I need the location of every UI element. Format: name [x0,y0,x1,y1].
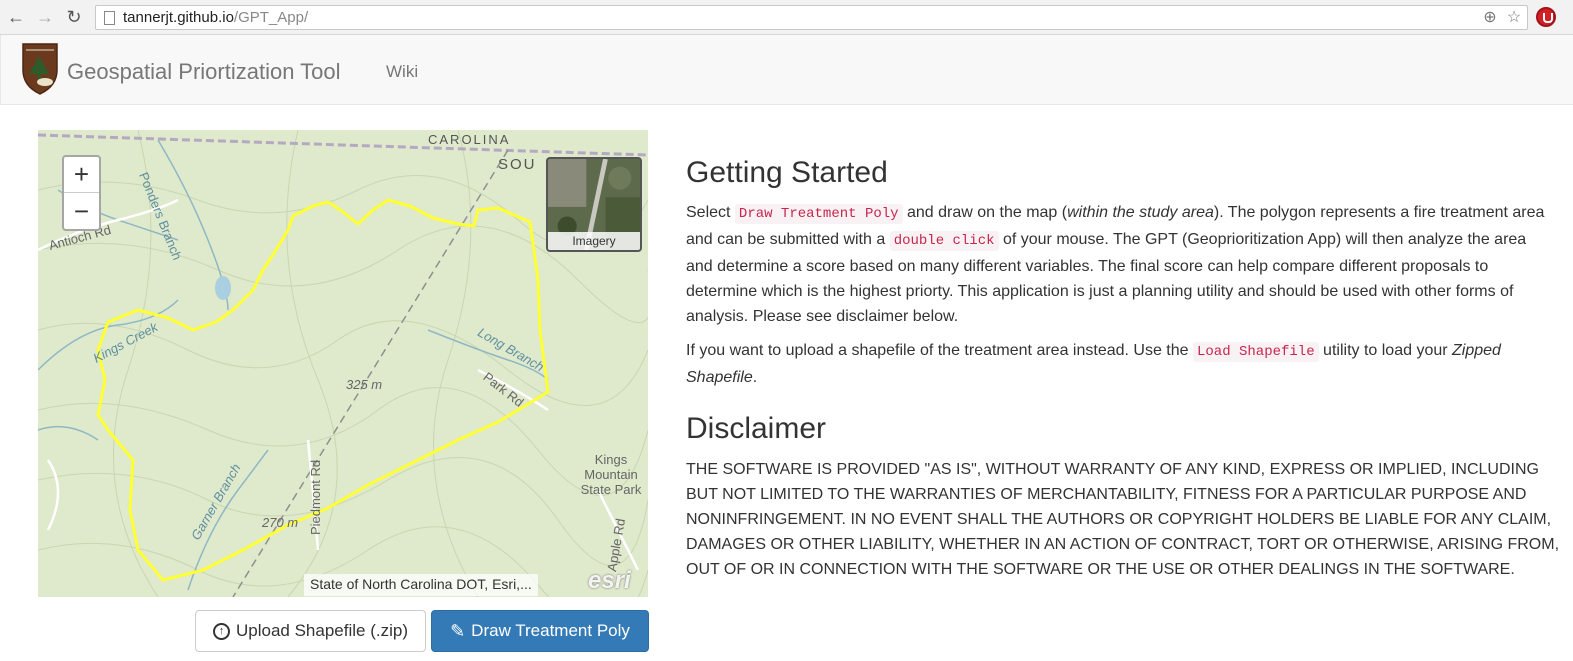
nps-logo-icon[interactable] [19,40,61,96]
code-load-shapefile: Load Shapefile [1192,342,1319,362]
forward-icon[interactable]: → [34,6,56,28]
p1-text-a: Select [686,204,735,221]
map-label-piedmont: Piedmont Rd [308,459,323,535]
browser-toolbar: ← → ↻ tannerjt.github.io/GPT_App/ ⊕ ☆ [0,0,1573,35]
zoom-icon[interactable]: ⊕ [1481,8,1499,26]
p2-text-c: . [752,369,758,386]
reload-icon[interactable]: ↻ [63,6,85,28]
app-navbar: Geospatial Priortization Tool Wiki [0,35,1573,105]
map-label-elev-270: 270 m [262,515,299,530]
nav-wiki-link[interactable]: Wiki [386,62,418,82]
upload-icon: ↑ [213,622,230,640]
pencil-icon: ✎ [450,620,466,641]
back-icon[interactable]: ← [5,6,27,28]
map-label-state: CAROLINA [428,132,511,147]
map-view[interactable]: CAROLINA SOU Ponders Branch Antioch Rd K… [38,130,648,597]
extension-icon[interactable] [1536,7,1556,27]
imagery-basemap-toggle[interactable]: Imagery [546,157,642,252]
getting-started-paragraph: Select Draw Treatment Poly and draw on t… [686,200,1556,329]
p2-text-a: If you want to upload a shapefile of the… [686,342,1193,359]
p2-text-b: utility to load your [1318,342,1453,359]
code-draw-treatment-poly: Draw Treatment Poly [734,204,903,224]
zoom-control: + − [62,155,101,231]
disclaimer-heading: Disclaimer [686,412,827,445]
p1-emphasis: within the study area [1067,204,1214,221]
address-bar[interactable]: tannerjt.github.io/GPT_App/ ⊕ ☆ [95,5,1528,30]
upload-paragraph: If you want to upload a shapefile of the… [686,338,1556,390]
esri-logo[interactable]: esri [588,567,631,595]
upload-shapefile-label: Upload Shapefile (.zip) [236,621,408,640]
map-label-elev-325: 325 m [346,377,383,392]
map-label-kings-mountain: Kings Mountain State Park [580,452,642,497]
map-attribution[interactable]: State of North Carolina DOT, Esri,... [304,574,538,596]
imagery-label: Imagery [548,232,640,250]
code-double-click: double click [889,231,999,251]
zoom-out-button[interactable]: − [64,193,99,229]
url-host: tannerjt.github.io [123,9,234,26]
bookmark-star-icon[interactable]: ☆ [1505,8,1523,26]
getting-started-heading: Getting Started [686,156,888,189]
draw-treatment-poly-label: Draw Treatment Poly [471,621,630,640]
disclaimer-text: THE SOFTWARE IS PROVIDED "AS IS", WITHOU… [686,461,1560,578]
app-brand[interactable]: Geospatial Priortization Tool [67,59,341,85]
map-label-south: SOU [498,156,537,173]
upload-shapefile-button[interactable]: ↑ Upload Shapefile (.zip) [195,610,426,652]
page-icon [104,10,115,25]
url-path: /GPT_App/ [233,9,309,26]
draw-treatment-poly-button[interactable]: ✎ Draw Treatment Poly [431,610,649,652]
p1-text-b: and draw on the map ( [902,204,1068,221]
zoom-in-button[interactable]: + [64,157,99,193]
